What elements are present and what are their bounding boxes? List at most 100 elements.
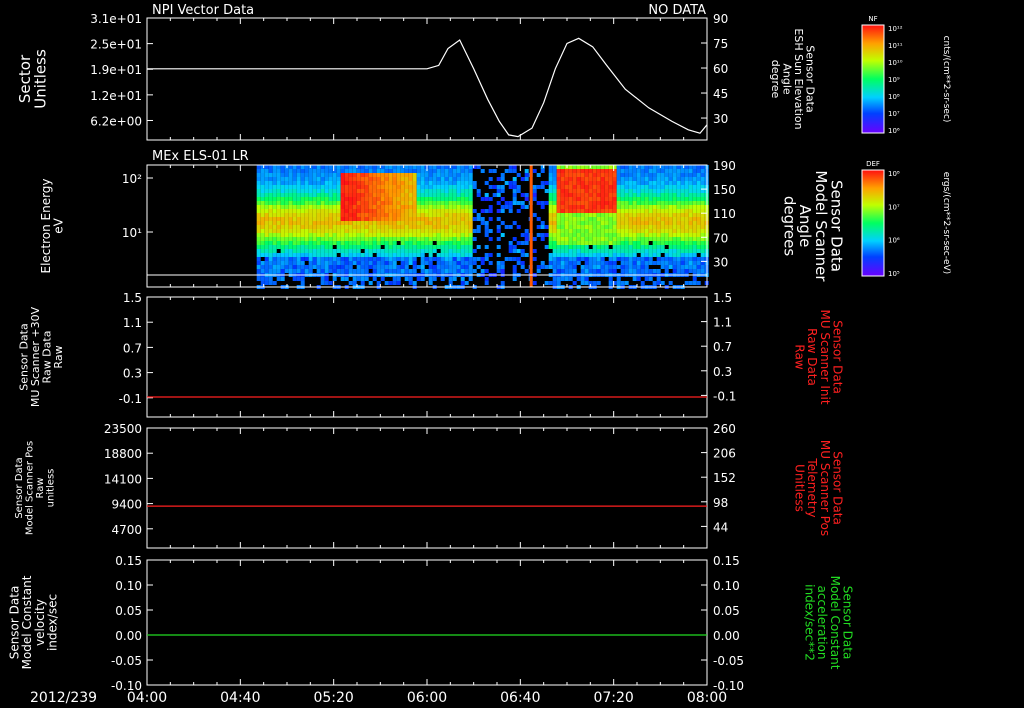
spectrogram-cell: [280, 245, 285, 249]
spectrogram-cell: [324, 193, 329, 197]
spectrogram-cell: [276, 237, 281, 241]
spectrogram-cell: [560, 205, 565, 209]
spectrogram-cell: [340, 245, 345, 249]
spectrogram-cell: [368, 209, 373, 213]
spectrogram-cell: [668, 225, 673, 229]
spectrogram-cell: [628, 185, 633, 189]
spectrogram-cell: [356, 269, 361, 273]
spectrogram-cell: [372, 173, 377, 177]
spectrogram-cell: [640, 261, 645, 265]
spectrogram-cell: [276, 181, 281, 185]
spectrogram-cell: [580, 209, 585, 213]
spectrogram-cell: [440, 229, 445, 233]
spectrogram-cell: [392, 185, 397, 189]
spectrogram-cell: [396, 253, 401, 257]
spectrogram-cell: [616, 169, 621, 173]
spectrogram-cell: [608, 269, 613, 273]
panel-frame-1: [146, 17, 708, 141]
spectrogram-cell: [564, 245, 569, 249]
spectrogram-cell: [260, 217, 265, 221]
spectrogram-cell: [368, 229, 373, 233]
spectrogram-cell: [320, 229, 325, 233]
spectrogram-cell: [680, 213, 685, 217]
spectrogram-cell: [588, 169, 593, 173]
spectrogram-cell: [380, 229, 385, 233]
spectrogram-cell: [672, 177, 677, 181]
spectrogram-cell: [380, 205, 385, 209]
spectrogram-cell: [256, 205, 261, 209]
spectrogram-cell: [556, 241, 561, 245]
spectrogram-cell: [688, 201, 693, 205]
spectrogram-cell: [360, 281, 365, 285]
spectrogram-cell: [496, 201, 501, 205]
spectrogram-cell: [328, 173, 333, 177]
spectrogram-cell: [400, 225, 405, 229]
spectrogram-cell: [552, 189, 557, 193]
spectrogram-cell: [312, 237, 317, 241]
spectrogram-cell: [548, 169, 553, 173]
spectrogram-cell: [404, 277, 409, 281]
spectrogram-cell: [676, 173, 681, 177]
spectrogram-cell: [648, 237, 653, 241]
axis-labels: 04:00 04:40 05:20 06:00 06:40 07:20 08:003.1e+…: [8, 12, 951, 706]
spectrogram-cell: [420, 213, 425, 217]
spectrogram-cell: [524, 229, 529, 233]
spectrogram-cell: [448, 277, 453, 281]
spectrogram-cell: [596, 257, 601, 261]
spectrogram-cell: [340, 261, 345, 265]
spectrogram-cell: [612, 269, 617, 273]
spectrogram-cell: [608, 209, 613, 213]
spectrogram-cell: [280, 237, 285, 241]
spectrogram-cell: [644, 253, 649, 257]
spectrogram-cell: [408, 217, 413, 221]
spectrogram-cell: [576, 209, 581, 213]
spectrogram-cell: [408, 277, 413, 281]
y-axis-label-right: Sensor DataMU Scanner InitRaw DataRaw: [793, 309, 845, 404]
spectrogram-cell: [388, 241, 393, 245]
spectrogram-cell: [588, 189, 593, 193]
spectrogram-cell: [324, 189, 329, 193]
spectrogram-cell: [356, 173, 361, 177]
spectrogram-cell: [316, 197, 321, 201]
y-tick-label-right: 30: [713, 112, 728, 126]
spectrogram-cell: [592, 237, 597, 241]
spectrogram-cell: [640, 225, 645, 229]
spectrogram-cell: [556, 229, 561, 233]
spectrogram-cell: [612, 193, 617, 197]
spectrogram-cell: [600, 269, 605, 273]
spectrogram-cell: [420, 193, 425, 197]
spectrogram-cell: [680, 261, 685, 265]
spectrogram-cell: [696, 225, 701, 229]
spectrogram-cell: [600, 237, 605, 241]
spectrogram-cell: [428, 249, 433, 253]
spectrogram-cell: [340, 225, 345, 229]
spectrogram-cell: [320, 197, 325, 201]
spectrogram-cell: [304, 213, 309, 217]
spectrogram-cell: [592, 165, 597, 169]
spectrogram-cell: [596, 209, 601, 213]
spectrogram-cell: [652, 177, 657, 181]
spectrogram-cell: [284, 181, 289, 185]
spectrogram-cell: [572, 197, 577, 201]
spectrogram-cell: [276, 269, 281, 273]
spectrogram-cell: [400, 249, 405, 253]
spectrogram-cell: [304, 245, 309, 249]
spectrogram-cell: [356, 245, 361, 249]
spectrogram-cell: [548, 265, 553, 269]
spectrogram-cell: [676, 241, 681, 245]
spectrogram-cell: [656, 245, 661, 249]
spectrogram-cell: [692, 201, 697, 205]
spectrogram-cell: [448, 189, 453, 193]
spectrogram-cell: [292, 277, 297, 281]
spectrogram-cell: [700, 201, 705, 205]
spectrogram-cell: [348, 221, 353, 225]
y-tick-label-left: 0.05: [115, 604, 142, 618]
spectrogram-cell: [412, 245, 417, 249]
spectrogram-cell: [440, 249, 445, 253]
y-tick-label-right: 152: [713, 471, 736, 485]
spectrogram-cell: [644, 265, 649, 269]
spectrogram-cell: [548, 225, 553, 229]
spectrogram-cell: [656, 213, 661, 217]
spectrogram-cell: [532, 185, 537, 189]
spectrogram-cell: [408, 233, 413, 237]
